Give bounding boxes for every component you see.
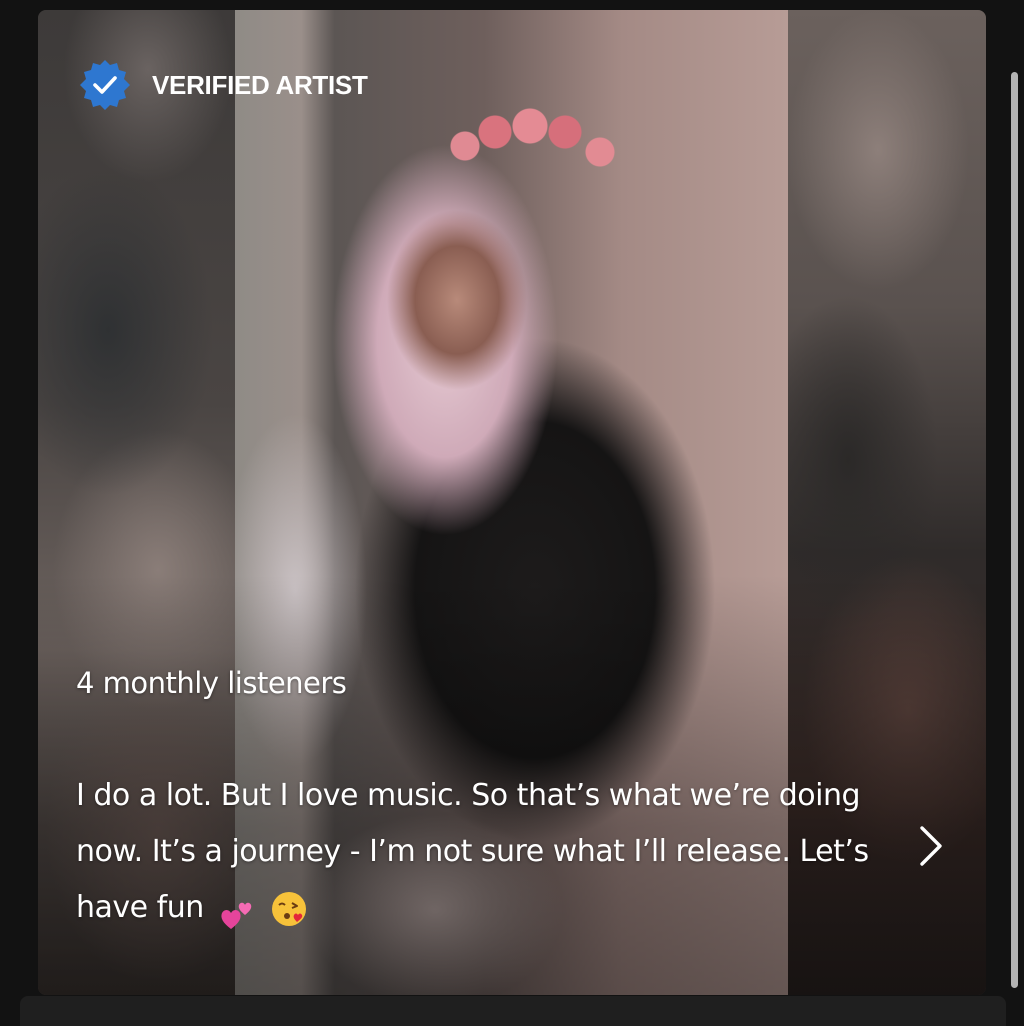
chevron-right-icon[interactable]: [916, 824, 946, 868]
artist-about-card[interactable]: VERIFIED ARTIST 4 monthly listeners I do…: [38, 10, 986, 995]
verified-badge-icon: [80, 60, 130, 110]
two-hearts-emoji: [219, 894, 255, 929]
artist-bio-text: I do a lot. But I love music. So that’s …: [76, 778, 869, 925]
monthly-listeners: 4 monthly listeners: [76, 666, 347, 700]
artist-bio: I do a lot. But I love music. So that’s …: [76, 768, 896, 936]
face-blowing-kiss-emoji: [270, 890, 308, 928]
scrollbar[interactable]: [1011, 72, 1018, 988]
verified-artist-label: VERIFIED ARTIST: [152, 69, 368, 100]
flower-crown: [445, 106, 623, 176]
verified-artist-badge: VERIFIED ARTIST: [78, 58, 368, 112]
bottom-panel: [20, 996, 1006, 1026]
